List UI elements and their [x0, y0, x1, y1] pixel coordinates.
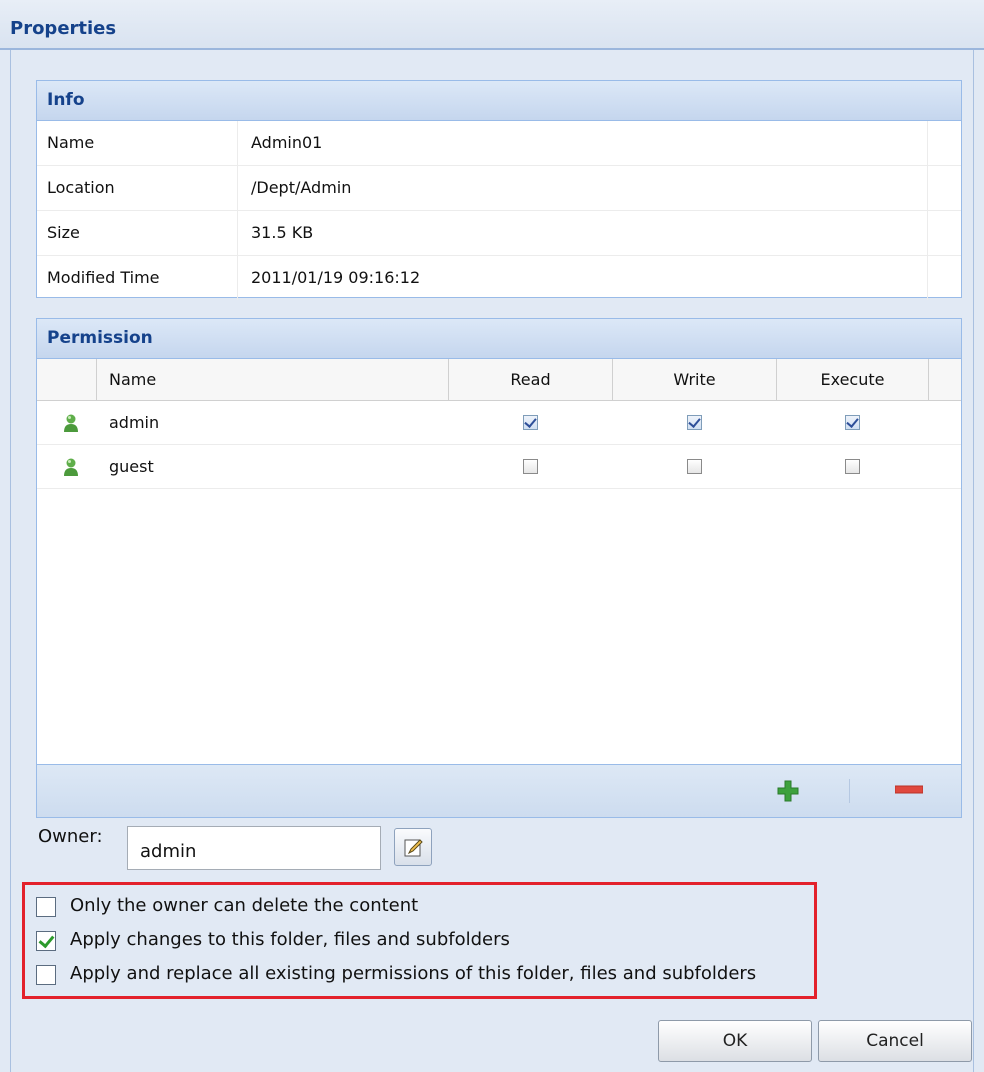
info-row-location: Location /Dept/Admin — [37, 166, 961, 211]
info-row-name: Name Admin01 — [37, 121, 961, 166]
edit-owner-button[interactable] — [394, 828, 432, 866]
column-header-execute[interactable]: Execute — [777, 359, 929, 400]
apply-and-replace-checkbox[interactable] — [36, 965, 56, 985]
write-checkbox[interactable] — [687, 459, 702, 474]
owner-label: Owner: — [38, 826, 103, 847]
info-label: Location — [47, 178, 115, 197]
dialog-title: Properties — [10, 18, 117, 39]
permission-toolbar — [37, 764, 961, 817]
option-label: Only the owner can delete the content — [70, 895, 419, 916]
info-row-size: Size 31.5 KB — [37, 211, 961, 256]
plus-icon[interactable] — [777, 780, 799, 802]
info-label: Modified Time — [47, 268, 160, 287]
toolbar-divider — [849, 779, 850, 803]
info-value: 2011/01/19 09:16:12 — [251, 268, 421, 287]
info-panel-title: Info — [47, 90, 85, 110]
option-label: Apply changes to this folder, files and … — [70, 929, 510, 950]
execute-checkbox[interactable] — [845, 459, 860, 474]
info-label: Size — [47, 223, 80, 242]
permission-grid-header: Name Read Write Execute — [37, 359, 961, 401]
dialog-titlebar: Properties — [0, 0, 984, 50]
permission-user-name: admin — [109, 413, 160, 432]
write-checkbox[interactable] — [687, 415, 702, 430]
info-value: /Dept/Admin — [251, 178, 352, 197]
user-icon — [64, 458, 78, 476]
info-value: 31.5 KB — [251, 223, 314, 242]
info-value: Admin01 — [251, 133, 323, 152]
column-header-write[interactable]: Write — [613, 359, 777, 400]
permission-user-name: guest — [109, 457, 154, 476]
apply-changes-checkbox[interactable] — [36, 931, 56, 951]
table-row[interactable]: admin — [37, 401, 961, 445]
permission-panel-header: Permission — [37, 319, 961, 359]
ok-button[interactable]: OK — [658, 1020, 812, 1062]
permission-panel-title: Permission — [47, 328, 153, 348]
info-panel: Info Name Admin01 Location /Dept/Admin S… — [36, 80, 962, 300]
icon-column-header — [37, 359, 97, 400]
info-panel-header: Info — [37, 81, 961, 121]
table-row[interactable]: guest — [37, 445, 961, 489]
column-header-name[interactable]: Name — [97, 359, 449, 400]
user-icon — [64, 414, 78, 432]
column-header-read[interactable]: Read — [449, 359, 613, 400]
read-checkbox[interactable] — [523, 415, 538, 430]
owner-input[interactable]: admin — [127, 826, 381, 870]
info-row-modified-time: Modified Time 2011/01/19 09:16:12 — [37, 256, 961, 300]
cancel-button[interactable]: Cancel — [818, 1020, 972, 1062]
owner-delete-only-checkbox[interactable] — [36, 897, 56, 917]
option-label: Apply and replace all existing permissio… — [70, 963, 757, 984]
edit-icon — [404, 839, 423, 857]
info-label: Name — [47, 133, 95, 152]
execute-checkbox[interactable] — [845, 415, 860, 430]
read-checkbox[interactable] — [523, 459, 538, 474]
minus-icon[interactable] — [895, 785, 923, 795]
permission-panel: Permission Name Read Write Execute admin… — [36, 318, 962, 818]
